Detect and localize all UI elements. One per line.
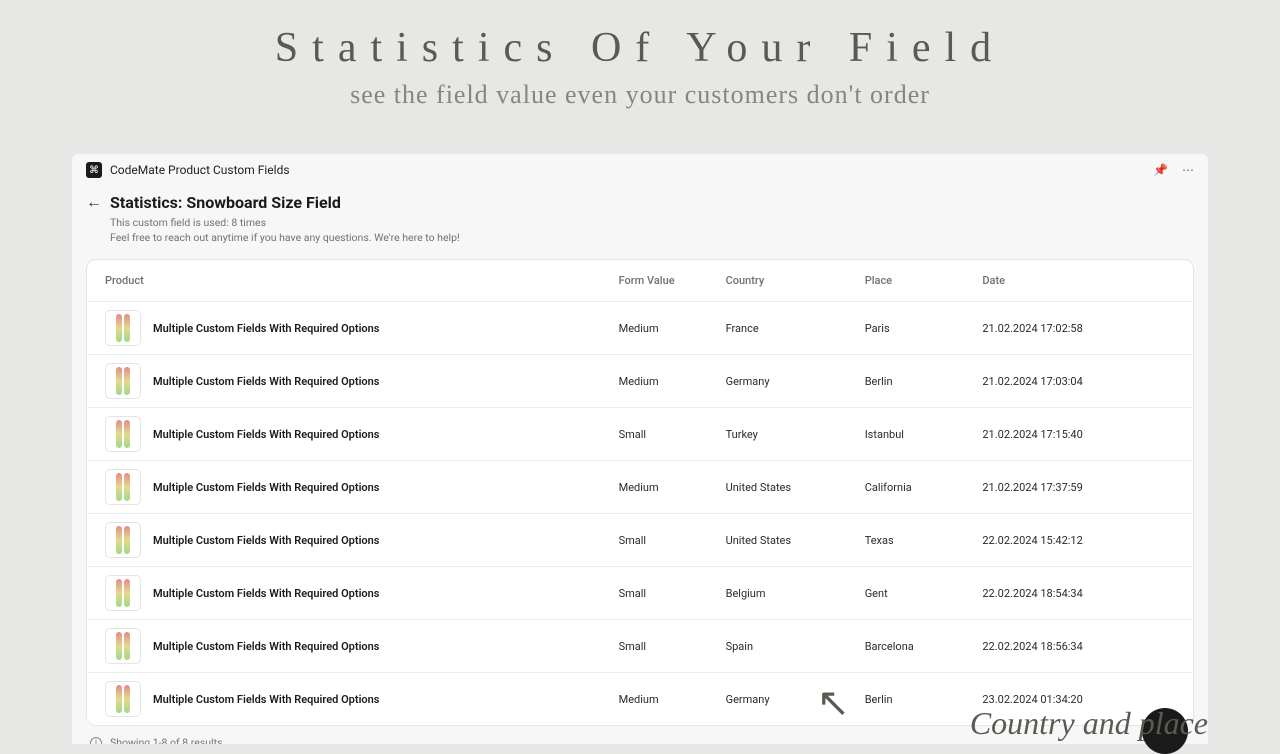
cell-place: Barcelona [865, 640, 983, 653]
app-window: ⌘ CodeMate Product Custom Fields 📌 ⋯ ← S… [72, 154, 1208, 744]
table-row[interactable]: Multiple Custom Fields With Required Opt… [87, 567, 1193, 620]
page-header: ← Statistics: Snowboard Size Field This … [72, 192, 1208, 255]
pin-icon[interactable]: 📌 [1153, 163, 1168, 177]
cell-place: Berlin [865, 693, 983, 706]
col-product[interactable]: Product [105, 274, 619, 287]
cell-date: 23.02.2024 01:34:20 [982, 693, 1175, 706]
product-thumbnail [105, 469, 141, 505]
product-name: Multiple Custom Fields With Required Opt… [153, 428, 379, 441]
product-name: Multiple Custom Fields With Required Opt… [153, 640, 379, 653]
cell-form-value: Small [619, 428, 726, 441]
cell-country: United States [726, 534, 865, 547]
cell-date: 22.02.2024 18:54:34 [982, 587, 1175, 600]
product-name: Multiple Custom Fields With Required Opt… [153, 322, 379, 335]
table-row[interactable]: Multiple Custom Fields With Required Opt… [87, 302, 1193, 355]
cell-form-value: Medium [619, 322, 726, 335]
table-row[interactable]: Multiple Custom Fields With Required Opt… [87, 461, 1193, 514]
app-brand: CodeMate Product Custom Fields [110, 163, 290, 177]
product-name: Multiple Custom Fields With Required Opt… [153, 375, 379, 388]
promo-subtitle: see the field value even your customers … [0, 80, 1280, 110]
cell-form-value: Small [619, 534, 726, 547]
cell-country: Germany [726, 375, 865, 388]
product-thumbnail [105, 416, 141, 452]
cell-form-value: Medium [619, 375, 726, 388]
cell-date: 22.02.2024 15:42:12 [982, 534, 1175, 547]
pagination-text: Showing 1-8 of 8 results [110, 736, 222, 744]
cell-date: 21.02.2024 17:37:59 [982, 481, 1175, 494]
cell-place: Gent [865, 587, 983, 600]
promo-title: Statistics Of Your Field [0, 24, 1280, 72]
cell-place: Istanbul [865, 428, 983, 441]
product-name: Multiple Custom Fields With Required Opt… [153, 587, 379, 600]
cell-country: Turkey [726, 428, 865, 441]
product-name: Multiple Custom Fields With Required Opt… [153, 693, 379, 706]
product-name: Multiple Custom Fields With Required Opt… [153, 534, 379, 547]
cell-country: Spain [726, 640, 865, 653]
product-thumbnail [105, 628, 141, 664]
product-thumbnail [105, 363, 141, 399]
cell-place: Berlin [865, 375, 983, 388]
col-place[interactable]: Place [865, 274, 983, 287]
usage-count-text: This custom field is used: 8 times [110, 216, 1194, 231]
cell-place: Texas [865, 534, 983, 547]
cell-place: California [865, 481, 983, 494]
back-arrow-icon[interactable]: ← [86, 192, 102, 212]
table-row[interactable]: Multiple Custom Fields With Required Opt… [87, 408, 1193, 461]
cell-place: Paris [865, 322, 983, 335]
product-thumbnail [105, 681, 141, 717]
cell-form-value: Small [619, 640, 726, 653]
app-logo-icon: ⌘ [86, 162, 102, 178]
cell-country: Belgium [726, 587, 865, 600]
annotation-arrow-icon: ↖ [816, 679, 850, 726]
cell-date: 21.02.2024 17:02:58 [982, 322, 1175, 335]
cell-form-value: Medium [619, 481, 726, 494]
stats-table: Product Form Value Country Place Date Mu… [86, 259, 1194, 726]
info-icon: i [90, 737, 102, 744]
product-thumbnail [105, 575, 141, 611]
cell-country: France [726, 322, 865, 335]
col-form-value[interactable]: Form Value [619, 274, 726, 287]
cell-form-value: Medium [619, 693, 726, 706]
cell-date: 22.02.2024 18:56:34 [982, 640, 1175, 653]
app-topbar: ⌘ CodeMate Product Custom Fields 📌 ⋯ [72, 154, 1208, 186]
col-country[interactable]: Country [726, 274, 865, 287]
cell-country: United States [726, 481, 865, 494]
cell-date: 21.02.2024 17:15:40 [982, 428, 1175, 441]
table-header: Product Form Value Country Place Date [87, 260, 1193, 302]
product-thumbnail [105, 310, 141, 346]
col-date[interactable]: Date [982, 274, 1175, 287]
more-icon[interactable]: ⋯ [1182, 163, 1194, 177]
annotation-text: Country and place [970, 705, 1208, 742]
table-row[interactable]: Multiple Custom Fields With Required Opt… [87, 355, 1193, 408]
table-row[interactable]: Multiple Custom Fields With Required Opt… [87, 620, 1193, 673]
page-title: Statistics: Snowboard Size Field [110, 193, 341, 212]
cell-form-value: Small [619, 587, 726, 600]
table-row[interactable]: Multiple Custom Fields With Required Opt… [87, 514, 1193, 567]
product-name: Multiple Custom Fields With Required Opt… [153, 481, 379, 494]
cell-date: 21.02.2024 17:03:04 [982, 375, 1175, 388]
product-thumbnail [105, 522, 141, 558]
help-text: Feel free to reach out anytime if you ha… [110, 231, 1194, 246]
